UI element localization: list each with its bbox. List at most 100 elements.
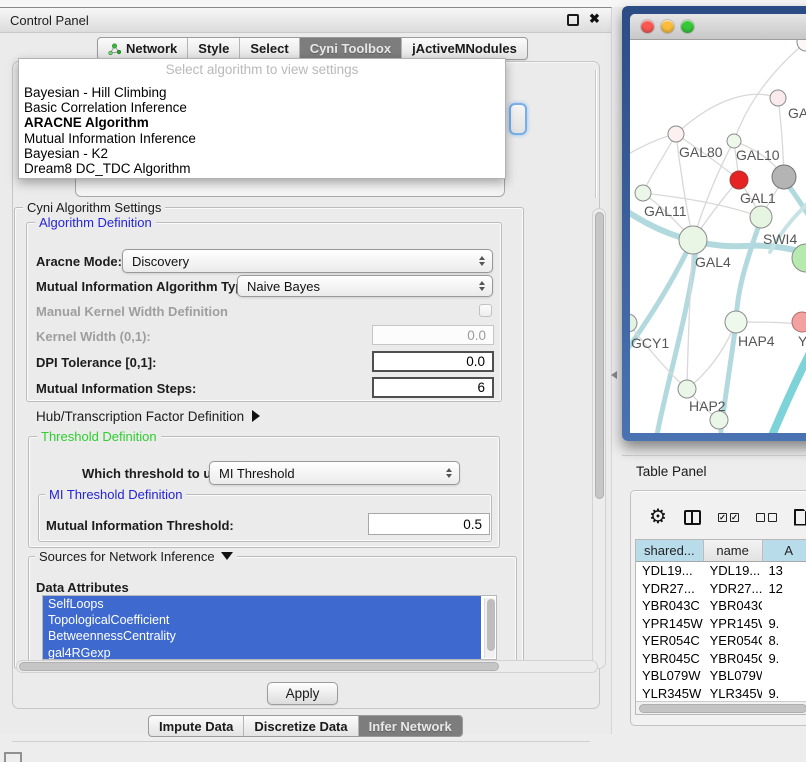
algorithm-item-basic-correlation-inference[interactable]: Basic Correlation Inference [19,100,505,115]
table-cell: YBL079W [636,667,704,685]
group-title: Threshold Definition [37,429,161,444]
mi-steps-label: Mutual Information Steps: [36,381,196,396]
table-cell: YPR145W [704,615,763,633]
tab-network[interactable]: Network [98,38,188,59]
scrollbar-thumb[interactable] [19,662,499,671]
tab-select[interactable]: Select [240,38,299,59]
tab-style[interactable]: Style [188,38,240,59]
table-row[interactable]: YDL19...YDL19...13 [636,562,806,580]
network-node[interactable] [725,311,747,333]
split-columns-icon[interactable] [684,510,701,525]
dropdown-placeholder: Select algorithm to view settings [19,59,505,85]
unchecked-pair-icon[interactable] [756,513,777,522]
network-node[interactable] [770,90,786,106]
network-node[interactable] [679,226,707,254]
table-row[interactable]: YBR043CYBR043C [636,597,806,615]
attribute-list-scrollbar[interactable] [484,598,495,658]
kernel-width-input[interactable]: 0.0 [372,325,494,345]
bottom-tab-bar: Impute DataDiscretize DataInfer Network [148,715,463,737]
threshold-combobox[interactable]: MI Threshold [209,461,460,485]
table-cell: 9. [762,685,806,703]
restore-panel-button[interactable] [4,752,22,762]
table-row[interactable]: YER054CYER054C8. [636,632,806,650]
mi-steps-input[interactable]: 6 [372,377,494,398]
close-light[interactable] [641,20,654,33]
tab-cyni-toolbox[interactable]: Cyni Toolbox [300,38,402,59]
network-node[interactable] [635,185,651,201]
attribute-item-betweennesscentrality[interactable]: BetweennessCentrality [43,628,481,644]
attribute-item-gal4rgexp[interactable]: gal4RGexp [43,645,481,660]
network-window-titlebar[interactable] [630,14,806,40]
network-node[interactable] [678,380,696,398]
column-header-shared[interactable]: shared... [636,540,704,562]
table-row[interactable]: YLR345WYLR345W9. [636,685,806,703]
network-canvas[interactable]: GALGAL80GAL10GAL11GAL1SWI4GAL4GCY1HAP4YH… [630,40,806,433]
network-node[interactable] [730,171,748,189]
table-cell: 13 [762,562,806,580]
attribute-item-selfloops[interactable]: SelfLoops [43,596,481,612]
kernel-width-label: Kernel Width (0,1): [36,329,151,344]
apply-button[interactable]: Apply [267,682,338,705]
tab-discretize-data[interactable]: Discretize Data [244,716,358,736]
attribute-item-topologicalcoefficient[interactable]: TopologicalCoefficient [43,612,481,628]
table-row[interactable]: YBR045CYBR045C9. [636,650,806,668]
scrollbar-thumb[interactable] [595,212,604,499]
zoom-light[interactable] [681,20,694,33]
minimize-light[interactable] [661,20,674,33]
network-node[interactable] [630,314,637,332]
checked-pair-icon[interactable]: ✓✓ [718,513,739,522]
close-icon[interactable]: ✖ [589,11,600,27]
tab-infer-network[interactable]: Infer Network [359,716,462,736]
algorithm-item-dream8-dc-tdc-algorithm[interactable]: Dream8 DC_TDC Algorithm [19,161,505,176]
sources-toggle[interactable]: Sources for Network Inference [35,549,237,564]
collapse-down-icon [221,552,233,560]
table-row[interactable]: YBL079WYBL079W [636,667,806,685]
table-cell: YDR27... [636,580,704,598]
tab-impute-data[interactable]: Impute Data [149,716,244,736]
gear-icon[interactable]: ⚙ [649,507,667,527]
hidden-group-border-fragment [595,70,597,198]
document-icon[interactable] [794,509,806,526]
tab-label: jActiveMNodules [412,41,517,56]
mi-algorithm-type-combobox[interactable]: Naive Bayes [237,275,493,297]
table-horizontal-scrollbar[interactable] [636,701,806,714]
data-attributes-list[interactable]: SelfLoopsTopologicalCoefficientBetweenne… [42,595,497,660]
aracne-mode-combobox[interactable]: Discovery [122,249,493,273]
table-row[interactable]: YDR27...YDR27...12 [636,580,806,598]
node-label-gal11: GAL11 [644,203,687,219]
node-label-hap4: HAP4 [738,333,775,349]
column-header-a[interactable]: A [763,540,806,562]
settings-horizontal-scrollbar[interactable] [16,660,598,673]
panel-splitter-arrow[interactable] [611,371,617,379]
network-node[interactable] [727,134,741,148]
algorithm-dropdown-popup: Select algorithm to view settings Bayesi… [18,58,506,179]
scrollbar-thumb[interactable] [639,704,806,713]
network-node[interactable] [750,206,772,228]
table-row[interactable]: YPR145WYPR145W9. [636,615,806,633]
network-node[interactable] [792,312,806,332]
manual-kernel-width-label: Manual Kernel Width Definition [36,304,228,319]
table-cell: YDL19... [704,562,763,580]
table-header-row: shared...nameA [636,540,806,562]
control-panel-titlebar: Control Panel ✖ [0,8,611,33]
table-cell: 9. [762,650,806,668]
algorithm-item-aracne-algorithm[interactable]: ARACNE Algorithm [19,115,505,130]
network-node[interactable] [668,126,684,142]
algorithm-item-mutual-information-inference[interactable]: Mutual Information Inference [19,131,505,146]
settings-vertical-scrollbar[interactable] [592,208,606,669]
network-node[interactable] [772,165,796,189]
algorithm-item-bayesian-k2[interactable]: Bayesian - K2 [19,146,505,161]
aracne-mode-label: Aracne Mode: [36,254,122,269]
float-panel-icon[interactable] [567,14,579,26]
table-cell [762,597,806,615]
tab-jactivemnodules[interactable]: jActiveMNodules [402,38,527,59]
manual-kernel-width-checkbox[interactable] [479,304,492,317]
network-view-window[interactable]: GALGAL80GAL10GAL11GAL1SWI4GAL4GCY1HAP4YH… [622,6,806,441]
algorithm-item-bayesian-hill-climbing[interactable]: Bayesian - Hill Climbing [19,85,505,100]
column-header-name[interactable]: name [704,540,763,562]
table-cell: YBR045C [704,650,763,668]
hub-definition-toggle[interactable]: Hub/Transcription Factor Definition [36,409,260,424]
mi-threshold-input[interactable]: 0.5 [368,513,490,535]
focused-combobox-fragment[interactable] [509,103,527,135]
dpi-tolerance-input[interactable]: 0.0 [372,351,494,372]
